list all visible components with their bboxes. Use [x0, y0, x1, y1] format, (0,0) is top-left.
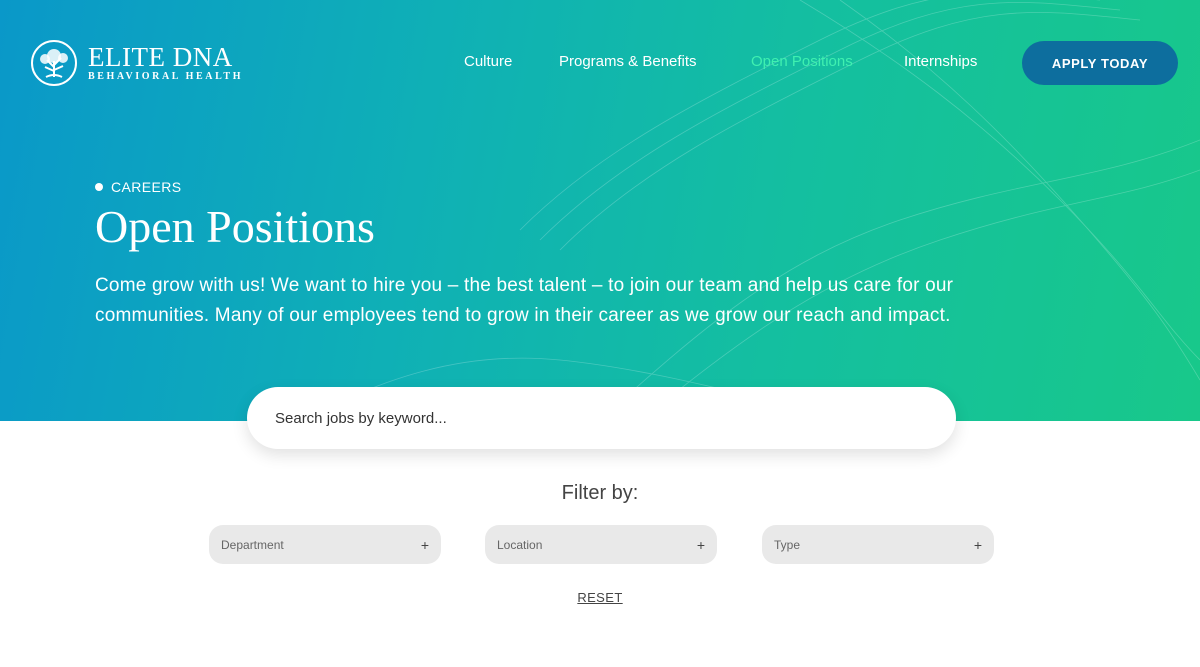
bullet-icon — [95, 183, 103, 191]
reset-link[interactable]: RESET — [0, 590, 1200, 605]
nav-item-open-positions[interactable]: Open Positions — [751, 53, 853, 70]
filter-heading: Filter by: — [561, 482, 639, 504]
intro-line: Come grow with us! We want to hire you –… — [95, 275, 954, 296]
department-filter[interactable]: Department + — [209, 525, 441, 564]
intro-line: communities. Many of our employees tend … — [95, 305, 951, 326]
filter-label: Type — [774, 537, 801, 552]
plus-icon: + — [973, 536, 982, 553]
nav-item-culture[interactable]: Culture — [464, 53, 512, 70]
hero-banner: ELITE DNA BEHAVIORAL HEALTH Culture Prog… — [0, 0, 1200, 421]
breadcrumb-label: CAREERS — [111, 179, 182, 195]
nav-item-internships[interactable]: Internships — [904, 53, 977, 70]
main-nav: Culture Programs & Benefits Open Positio… — [0, 53, 1200, 75]
intro-text: Come grow with us! We want to hire you –… — [95, 271, 1105, 331]
reset-label[interactable]: RESET — [577, 590, 622, 605]
breadcrumb: CAREERS — [95, 179, 181, 195]
search-input[interactable] — [247, 387, 956, 449]
plus-icon: + — [420, 536, 429, 553]
filter-label: Location — [497, 537, 543, 552]
type-filter[interactable]: Type + — [762, 525, 994, 564]
nav-item-programs-benefits[interactable]: Programs & Benefits — [559, 53, 697, 70]
location-filter[interactable]: Location + — [485, 525, 717, 564]
apply-today-button[interactable]: APPLY TODAY — [1022, 41, 1178, 85]
page-title: Open Positions — [95, 201, 375, 252]
filter-label: Department — [221, 537, 284, 552]
plus-icon: + — [696, 536, 705, 553]
